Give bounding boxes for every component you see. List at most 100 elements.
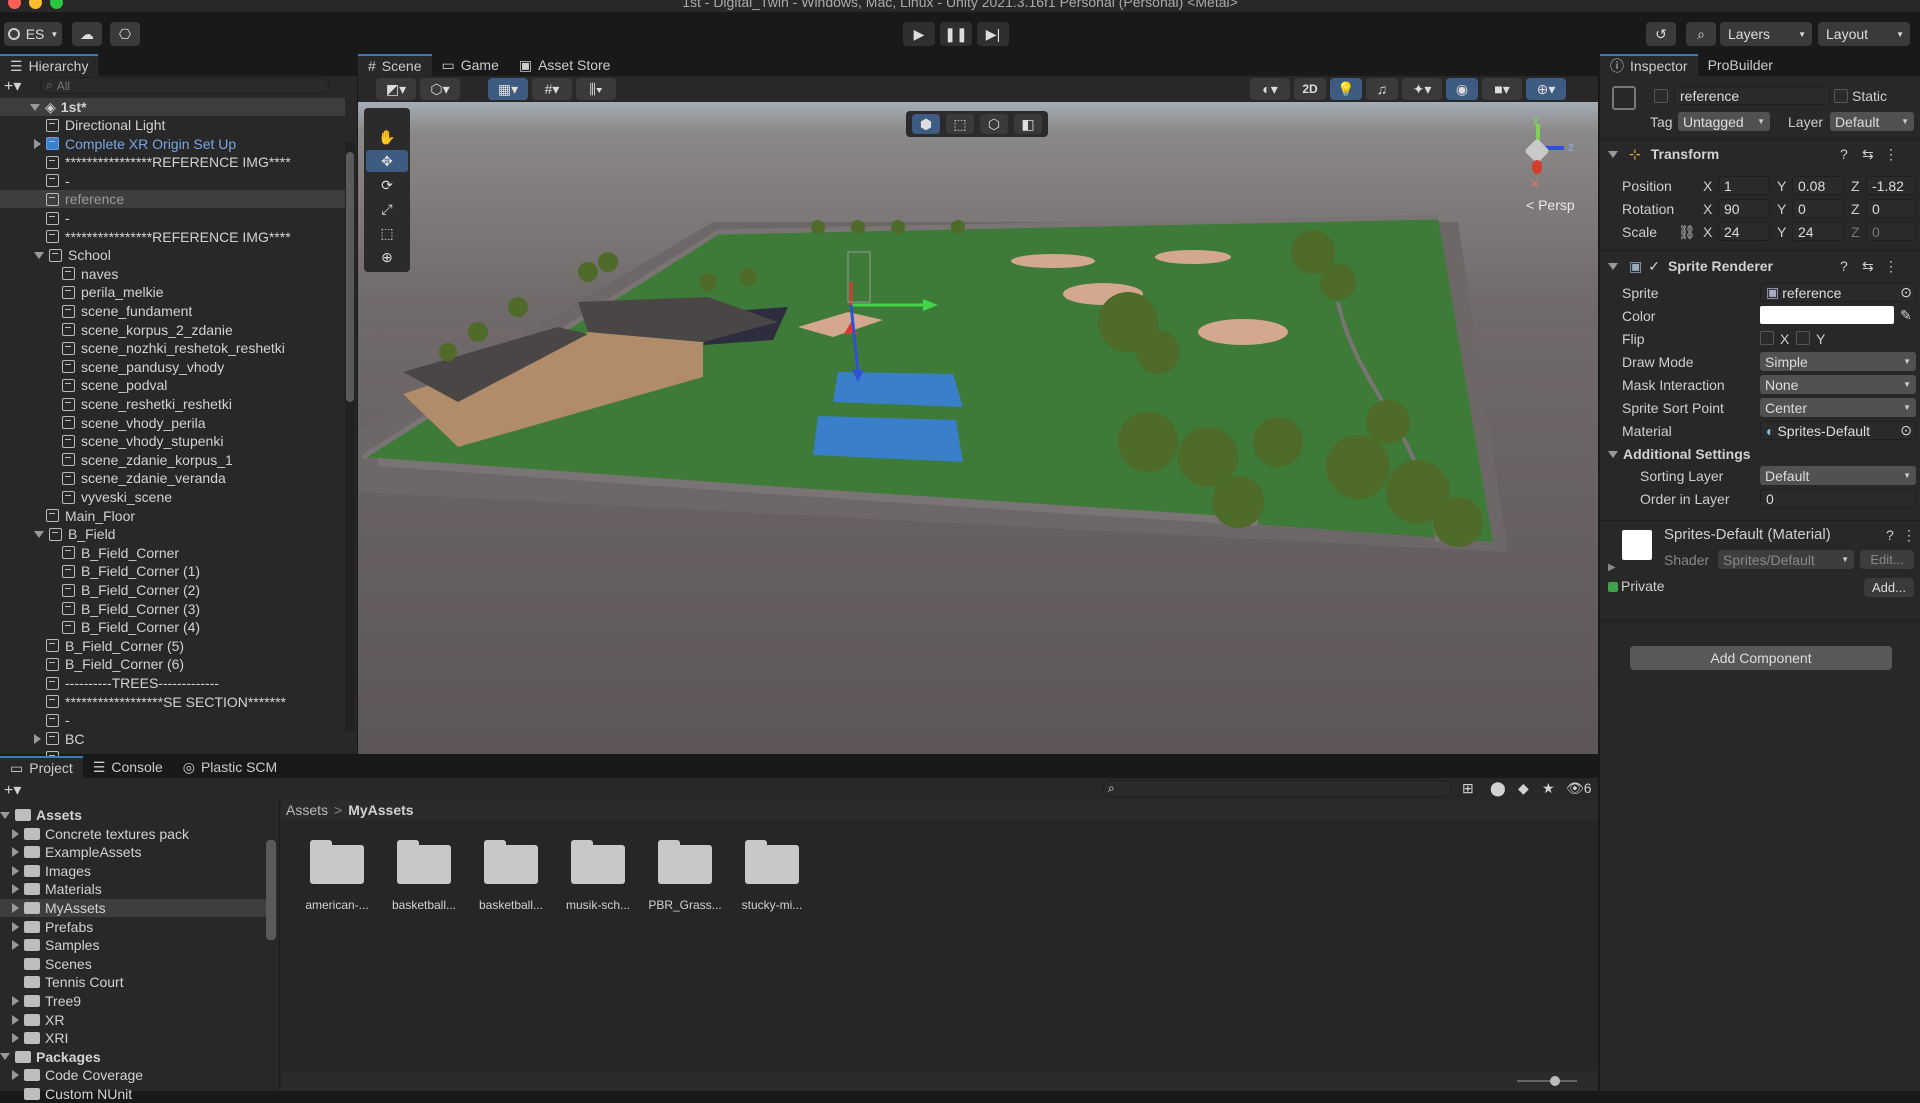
hierarchy-item[interactable]: naves bbox=[0, 265, 345, 283]
tag-dropdown[interactable]: Untagged bbox=[1678, 112, 1770, 131]
more-icon[interactable]: ⋮ bbox=[1902, 527, 1916, 544]
tab-console[interactable]: ☰ Console bbox=[83, 756, 173, 778]
hierarchy-item[interactable]: vyveski_scene bbox=[0, 488, 345, 506]
sorting-layer-dropdown[interactable]: Default bbox=[1760, 466, 1916, 485]
expand-arrow-icon[interactable] bbox=[12, 1033, 19, 1044]
hierarchy-item[interactable]: B_Field_Corner bbox=[0, 544, 345, 562]
expand-arrow-icon[interactable] bbox=[12, 940, 19, 951]
project-tree-item[interactable]: Code Coverage bbox=[0, 1066, 266, 1084]
expand-arrow-icon[interactable] bbox=[34, 530, 44, 538]
layer-dropdown[interactable]: Default bbox=[1830, 112, 1914, 131]
hierarchy-item[interactable]: ****************REFERENCE IMG**** bbox=[0, 153, 345, 171]
expand-arrow-icon[interactable] bbox=[0, 1053, 10, 1061]
scale-y-field[interactable]: 24 bbox=[1792, 222, 1844, 241]
hierarchy-item[interactable]: reference bbox=[0, 190, 345, 209]
camera-icon[interactable]: ■▾ bbox=[1482, 78, 1522, 100]
hierarchy-item[interactable]: scene_zdanie_korpus_1 bbox=[0, 451, 345, 469]
hierarchy-item[interactable]: BC bbox=[0, 730, 345, 748]
hierarchy-item[interactable]: scene_podval bbox=[0, 376, 345, 394]
rotation-y-field[interactable]: 0 bbox=[1792, 199, 1844, 218]
project-search-input[interactable]: ⌕ bbox=[1102, 780, 1452, 797]
hierarchy-search-input[interactable]: ⌕ All bbox=[40, 77, 330, 94]
folder-item[interactable]: PBR_Grass... bbox=[648, 840, 734, 920]
hand-tool-icon[interactable]: ✋ bbox=[366, 126, 408, 148]
hierarchy-item[interactable]: B_Field_Corner (3) bbox=[0, 600, 345, 618]
object-mode-icon[interactable]: ⬢ bbox=[912, 114, 940, 134]
face-mode-icon[interactable]: ◧ bbox=[1014, 114, 1042, 134]
pause-button[interactable]: ❚❚ bbox=[940, 22, 972, 46]
history-icon[interactable]: ↺ bbox=[1646, 22, 1676, 46]
scale-x-field[interactable]: 24 bbox=[1718, 222, 1770, 241]
hidden-packages-icon[interactable]: 👁6 bbox=[1566, 780, 1592, 797]
layout-dropdown[interactable]: Layout ▼ bbox=[1818, 22, 1910, 46]
help-icon[interactable]: ? bbox=[1840, 146, 1848, 162]
lighting-icon[interactable]: 💡 bbox=[1330, 78, 1362, 100]
increment-snap-icon[interactable]: ⫼▾ bbox=[576, 78, 616, 100]
more-icon[interactable]: ⋮ bbox=[1884, 258, 1898, 275]
favorites-icon[interactable]: ★ bbox=[1542, 780, 1555, 797]
object-picker-icon[interactable]: ⊙ bbox=[1900, 284, 1912, 301]
folder-item[interactable]: musik-sch... bbox=[566, 840, 647, 920]
hierarchy-item[interactable]: School bbox=[0, 246, 345, 264]
eyedropper-icon[interactable]: ✎ bbox=[1900, 307, 1912, 324]
grid-icon[interactable]: #▾ bbox=[532, 78, 572, 100]
rotate-tool-icon[interactable]: ⟳ bbox=[366, 174, 408, 196]
scale-z-field[interactable]: 0 bbox=[1866, 222, 1916, 241]
object-name-field[interactable]: reference bbox=[1674, 86, 1830, 105]
hierarchy-item[interactable]: scene_nozhki_reshetok_reshetki bbox=[0, 339, 345, 357]
audio-icon[interactable]: ♫ bbox=[1366, 78, 1398, 100]
shader-dropdown[interactable]: Sprites/Default bbox=[1718, 550, 1854, 569]
tab-probuilder[interactable]: ProBuilder bbox=[1698, 54, 1783, 76]
edge-mode-icon[interactable]: ⬡ bbox=[980, 114, 1008, 134]
project-tree-item[interactable]: XR bbox=[0, 1011, 266, 1029]
scene-root-row[interactable]: ◈ 1st* bbox=[0, 98, 345, 116]
project-tree-item[interactable]: Packages bbox=[0, 1048, 266, 1066]
rotation-x-field[interactable]: 90 bbox=[1718, 199, 1770, 218]
sprite-renderer-enabled-checkbox[interactable]: ✓ bbox=[1648, 258, 1660, 275]
expand-arrow-icon[interactable] bbox=[34, 138, 41, 149]
create-plus-button[interactable]: +▾ bbox=[4, 780, 21, 800]
project-tree-item[interactable]: XRI bbox=[0, 1029, 266, 1047]
hierarchy-item[interactable]: B_Field_Corner (2) bbox=[0, 581, 345, 599]
hierarchy-item[interactable]: - bbox=[0, 209, 345, 227]
orientation-gizmo[interactable]: y z x < Persp bbox=[1498, 102, 1588, 222]
hierarchy-item[interactable]: Complete XR Origin Set Up bbox=[0, 135, 345, 153]
tab-hierarchy[interactable]: ☰ Hierarchy bbox=[0, 54, 99, 76]
pivot-icon[interactable]: ⬡▾ bbox=[420, 78, 460, 100]
expand-arrow-icon[interactable] bbox=[34, 251, 44, 259]
tab-project[interactable]: ▭ Project bbox=[0, 756, 83, 778]
move-tool-icon[interactable]: ✥ bbox=[366, 150, 408, 172]
hierarchy-item[interactable]: B_Field_Corner (6) bbox=[0, 655, 345, 673]
hierarchy-item[interactable]: scene_reshetki_reshetki bbox=[0, 395, 345, 413]
flip-x-checkbox[interactable] bbox=[1760, 331, 1774, 345]
expand-arrow-icon[interactable] bbox=[34, 733, 41, 744]
sprite-field[interactable]: ▣ reference ⊙ bbox=[1760, 283, 1916, 302]
shading-mode-icon[interactable]: ◐▾ bbox=[1250, 78, 1290, 100]
search-icon[interactable]: ⌕ bbox=[1686, 22, 1716, 46]
expand-arrow-icon[interactable] bbox=[12, 903, 19, 913]
rect-tool-icon[interactable]: ⬚ bbox=[366, 222, 408, 244]
active-checkbox[interactable] bbox=[1654, 89, 1668, 103]
hierarchy-item[interactable]: scene_pandusy_vhody bbox=[0, 358, 345, 376]
step-button[interactable]: ▶| bbox=[977, 22, 1009, 46]
rotation-z-field[interactable]: 0 bbox=[1866, 199, 1916, 218]
expand-arrow-icon[interactable] bbox=[12, 1070, 19, 1081]
mask-interaction-dropdown[interactable]: None bbox=[1760, 375, 1916, 394]
hierarchy-item[interactable]: scene_vhody_perila bbox=[0, 414, 345, 432]
hierarchy-item[interactable]: B_Field_Corner (4) bbox=[0, 618, 345, 636]
color-swatch[interactable] bbox=[1760, 306, 1894, 324]
private-checkbox[interactable] bbox=[1608, 582, 1618, 592]
hierarchy-item[interactable]: scene_fundament bbox=[0, 302, 345, 320]
expand-arrow-icon[interactable] bbox=[12, 847, 19, 858]
tab-asset-store[interactable]: ▣ Asset Store bbox=[509, 54, 621, 76]
scene-viewport[interactable]: ✋ ✥ ⟳ ⤢ ⬚ ⊕ ⬢ ⬚ ⬡ ◧ y z x < Persp bbox=[358, 102, 1598, 754]
position-x-field[interactable]: 1 bbox=[1718, 176, 1770, 195]
more-icon[interactable]: ⋮ bbox=[1884, 146, 1898, 163]
project-tree-item[interactable]: MyAssets bbox=[0, 899, 266, 917]
project-tree-item[interactable]: Tennis Court bbox=[0, 973, 266, 991]
hierarchy-item[interactable]: - bbox=[0, 711, 345, 729]
2d-toggle[interactable]: 2D bbox=[1294, 78, 1326, 100]
hierarchy-item[interactable]: scene_vhody_stupenki bbox=[0, 432, 345, 450]
draw-mode-dropdown[interactable]: Simple bbox=[1760, 352, 1916, 371]
expand-arrow-icon[interactable] bbox=[12, 1014, 19, 1025]
